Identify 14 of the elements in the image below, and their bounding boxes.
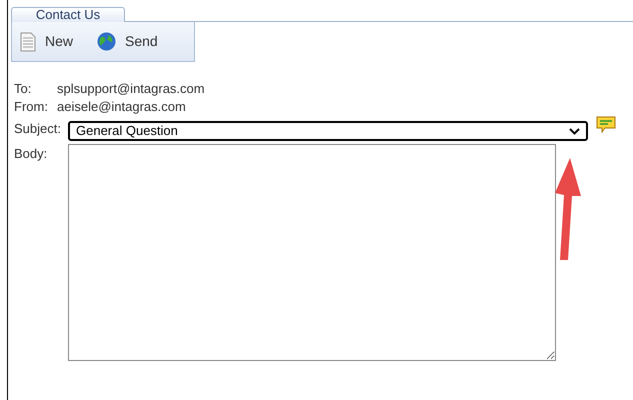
field-label: From: (14, 98, 49, 116)
tab[interactable]: Contact Us (11, 7, 125, 22)
document-icon (20, 32, 36, 52)
field-label: To: (14, 80, 32, 98)
globe-icon (97, 32, 116, 51)
send-button[interactable]: Send (97, 31, 158, 52)
field-value: aeisele@intagras.com (57, 98, 186, 116)
body-label: Body: (14, 145, 48, 163)
chevron-icon (569, 128, 580, 134)
subject-label: Subject: (14, 120, 62, 138)
subject-dropdown[interactable]: General Question (68, 121, 588, 141)
comment-icon[interactable] (596, 116, 616, 133)
new-button[interactable]: New (20, 31, 74, 52)
field-value: splsupport@intagras.com (57, 80, 205, 98)
